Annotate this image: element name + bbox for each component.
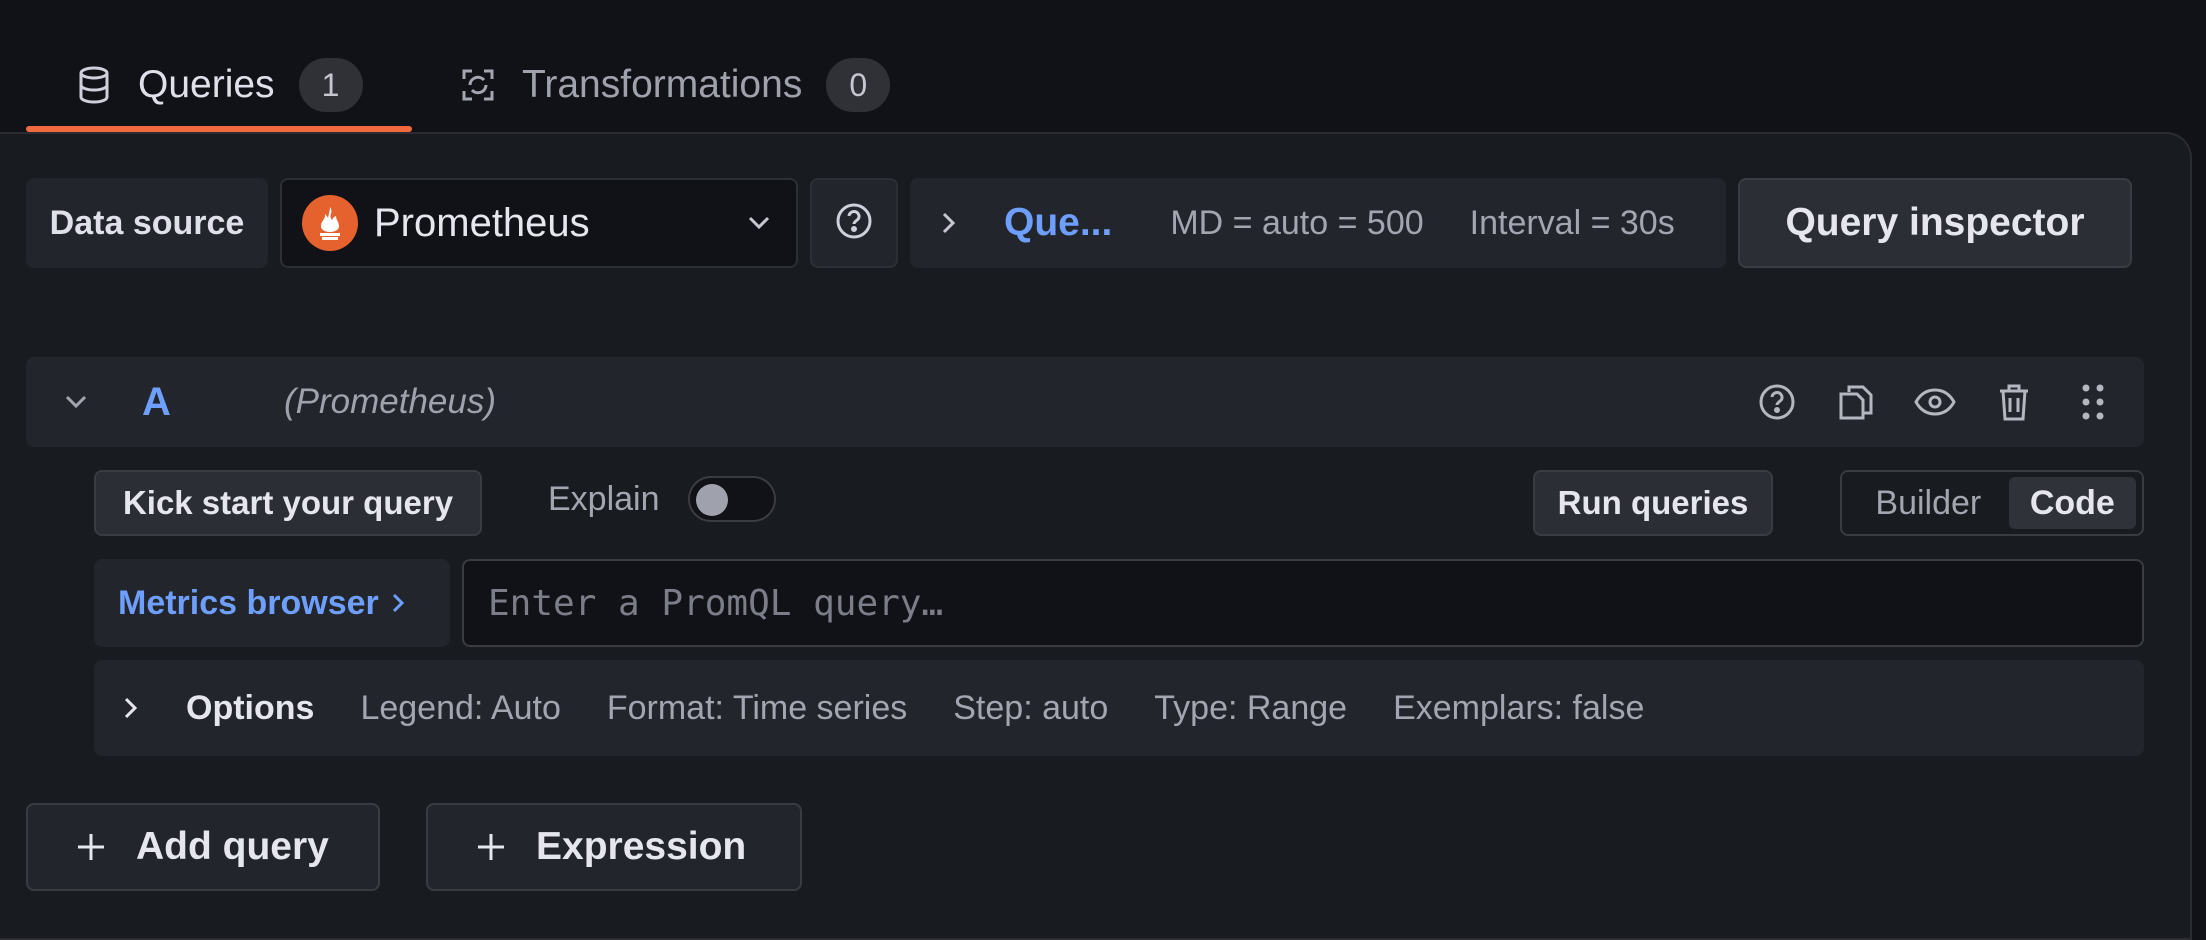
query-options-row[interactable]: Options Legend: Auto Format: Time series… (94, 660, 2144, 756)
chevron-right-icon (122, 696, 146, 720)
datasource-name: Prometheus (374, 200, 590, 245)
kick-start-button[interactable]: Kick start your query (94, 470, 482, 536)
options-step: Step: auto (953, 688, 1109, 727)
tab-transformations-label: Transformations (522, 63, 803, 106)
eye-icon[interactable] (1912, 379, 1958, 425)
metrics-browser-label: Metrics browser (118, 583, 379, 622)
mode-builder[interactable]: Builder (1848, 477, 2009, 529)
trash-icon[interactable] (1991, 379, 2037, 425)
collapse-chevron-icon[interactable] (56, 382, 96, 422)
query-datasource-name: (Prometheus) (284, 382, 497, 421)
max-data-points: MD = auto = 500 (1170, 203, 1424, 242)
prometheus-logo-icon (302, 195, 358, 251)
chevron-right-icon (930, 211, 966, 235)
transform-icon (458, 65, 498, 105)
help-circle-icon[interactable] (1754, 379, 1800, 425)
explain-label: Explain (548, 480, 660, 518)
tab-queries-count: 1 (298, 58, 363, 112)
plus-icon (474, 830, 508, 864)
options-legend: Legend: Auto (360, 688, 561, 727)
tab-bar: Queries 1 Transformations 0 (0, 0, 2206, 132)
query-interval: Interval = 30s (1469, 203, 1675, 242)
help-circle-icon (834, 201, 874, 246)
tab-queries-label: Queries (138, 63, 275, 106)
database-icon (74, 65, 114, 105)
datasource-picker[interactable]: Prometheus (280, 178, 798, 268)
add-expression-button[interactable]: Expression (426, 803, 802, 891)
chevron-right-icon (391, 592, 415, 614)
options-type: Type: Range (1154, 688, 1348, 727)
query-options-bar[interactable]: Que... MD = auto = 500 Interval = 30s (910, 178, 1726, 268)
options-format: Format: Time series (606, 688, 908, 727)
add-query-label: Add query (136, 825, 329, 868)
options-exemplars: Exemplars: false (1393, 688, 1645, 727)
chevron-down-icon (742, 206, 776, 240)
add-query-button[interactable]: Add query (26, 803, 380, 891)
drag-handle-icon[interactable] (2070, 379, 2116, 425)
mode-code[interactable]: Code (2008, 477, 2136, 529)
options-title: Options (186, 688, 315, 727)
duplicate-icon[interactable] (1833, 379, 1879, 425)
query-options-link[interactable]: Que... (1004, 201, 1112, 245)
metrics-browser-button[interactable]: Metrics browser (94, 559, 450, 647)
promql-editor[interactable] (462, 559, 2144, 647)
tab-transformations[interactable]: Transformations 0 (458, 38, 891, 132)
query-row-actions (1721, 379, 2116, 425)
run-queries-button[interactable]: Run queries (1533, 470, 1773, 536)
tab-queries[interactable]: Queries 1 (74, 38, 363, 132)
plus-icon (74, 830, 108, 864)
datasource-label: Data source (26, 178, 268, 268)
editor-mode-switch: Builder Code (1840, 470, 2144, 536)
query-inspector-button[interactable]: Query inspector (1738, 178, 2132, 268)
query-ref-id[interactable]: A (142, 380, 284, 425)
tab-transformations-count: 0 (826, 58, 891, 112)
query-row-header: A (Prometheus) (26, 357, 2144, 447)
toggle-knob (696, 484, 728, 516)
promql-input[interactable] (488, 582, 2142, 624)
expression-label: Expression (536, 825, 747, 868)
datasource-help-button[interactable] (810, 178, 898, 268)
explain-toggle[interactable] (688, 476, 776, 522)
